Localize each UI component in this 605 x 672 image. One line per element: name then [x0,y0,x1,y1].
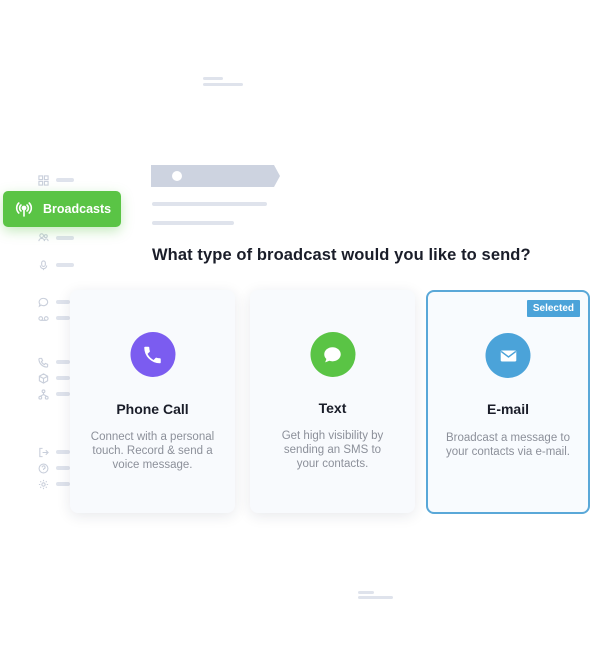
header-placeholder-tab [151,165,280,187]
phone-icon-circle [130,332,175,377]
broadcast-icon [15,200,33,218]
voicemail-icon[interactable] [38,313,49,324]
chat-bubble-icon [324,346,341,362]
settings-icon[interactable] [38,479,49,490]
option-description: Connect with a personal touch. Record & … [90,431,215,471]
sidebar-line [56,236,74,240]
sidebar-line [56,466,70,470]
phone-icon [144,346,161,363]
sidebar-line [56,360,70,364]
sidebar-line [56,300,70,304]
envelope-icon [500,350,516,361]
box-icon[interactable] [38,373,49,384]
header-placeholder-line [152,202,267,206]
sidebar-line [56,316,70,320]
grid-icon[interactable] [38,175,49,186]
selected-badge: Selected [526,300,580,317]
chat-icon[interactable] [38,297,49,308]
sidebar-line [56,482,70,486]
sidebar-line [56,376,70,380]
option-card-phone-call[interactable]: Phone Call Connect with a personal touch… [70,290,235,513]
option-title: E-mail [486,401,529,417]
sidebar-line [56,450,70,454]
users-icon[interactable] [38,232,49,243]
option-card-text[interactable]: Text Get high visibility by sending an S… [250,290,415,513]
placeholder-bar-bottom [358,591,374,594]
placeholder-bar-bottom [358,596,393,599]
sidebar-line [56,392,70,396]
option-title: Phone Call [116,401,189,417]
sidebar-line [56,178,74,182]
option-description: Broadcast a message to your contacts via… [445,432,570,458]
sidebar-item-broadcasts[interactable]: Broadcasts [3,191,121,227]
phone-icon[interactable] [38,357,49,368]
placeholder-bar-top [203,83,243,86]
page-title: What type of broadcast would you like to… [152,246,531,264]
chat-bubble-icon-circle [310,332,355,377]
option-title: Text [318,400,347,416]
placeholder-bar-top [203,77,223,80]
mic-icon[interactable] [38,260,49,271]
network-icon[interactable] [38,389,49,400]
option-card-email[interactable]: Selected E-mail Broadcast a message to y… [426,290,590,514]
envelope-icon-circle [485,333,531,378]
header-placeholder-line [152,221,234,225]
sidebar-line [56,263,74,267]
sidebar-item-label: Broadcasts [43,202,112,216]
logout-icon[interactable] [38,447,49,458]
help-icon[interactable] [38,463,49,474]
option-description: Get high visibility by sending an SMS to… [281,430,384,470]
